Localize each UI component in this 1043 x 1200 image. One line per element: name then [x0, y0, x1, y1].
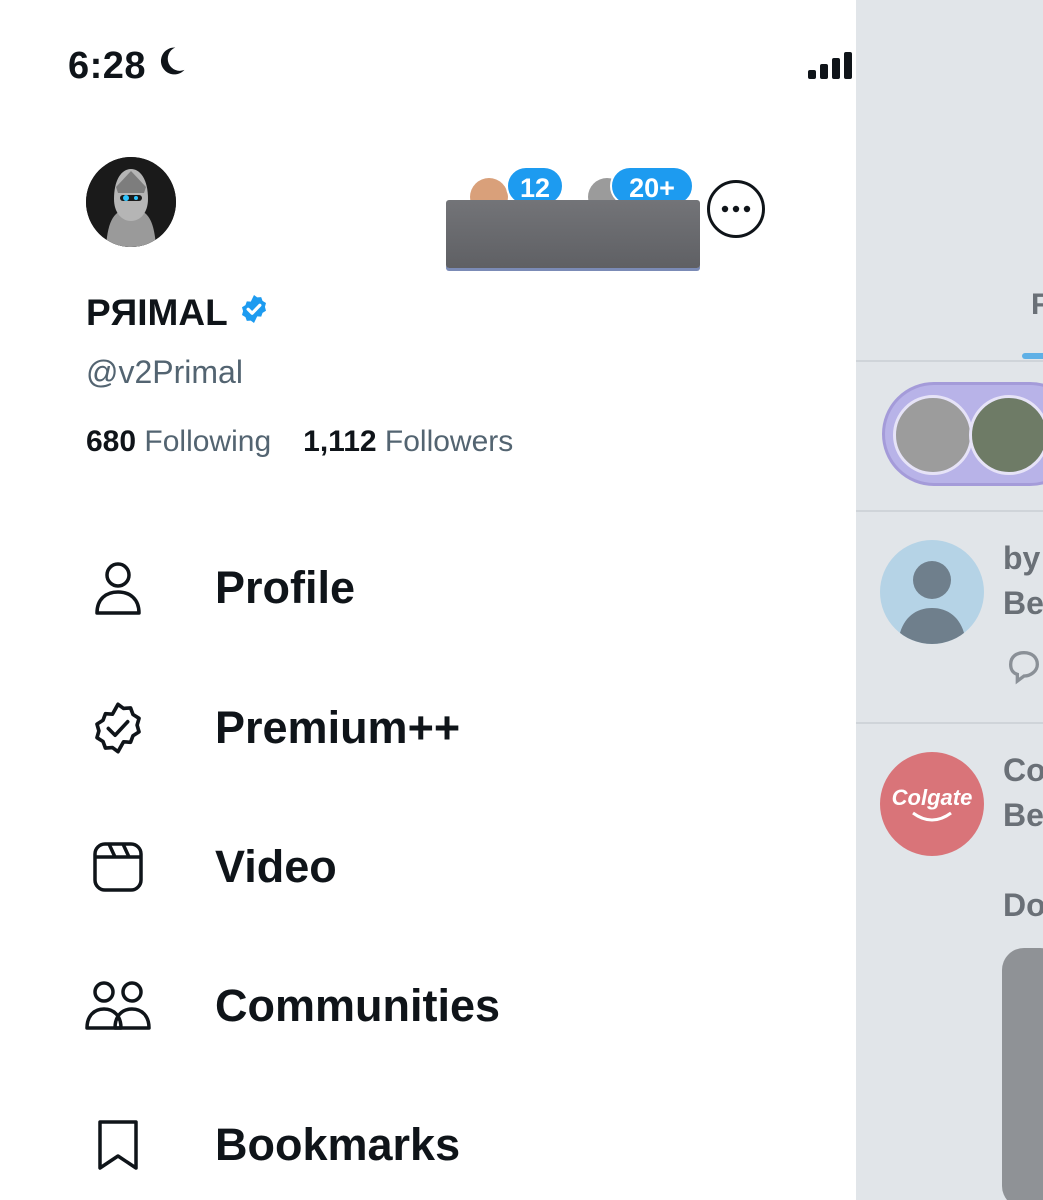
- redaction-bar: [446, 200, 700, 268]
- reply-icon: [1004, 646, 1043, 691]
- followers-label: Followers: [384, 425, 514, 458]
- communities-icon: [80, 968, 156, 1044]
- display-name: PЯIMAL: [86, 292, 228, 333]
- timeline-tab-label: F: [1031, 288, 1043, 321]
- cellular-signal-icon: [806, 50, 856, 80]
- user-handle: @v2Primal: [86, 354, 243, 390]
- more-options-button[interactable]: [707, 180, 765, 238]
- followers-link[interactable]: 1,112 Followers: [303, 425, 513, 459]
- divider: [856, 510, 1043, 512]
- moon-icon: [154, 44, 188, 88]
- menu-label: Bookmarks: [215, 1119, 461, 1170]
- menu-item-communities[interactable]: Communities: [80, 966, 500, 1046]
- menu-item-premium[interactable]: Premium++: [80, 688, 460, 768]
- bookmark-icon: [80, 1107, 156, 1183]
- followers-count: 1,112: [303, 425, 377, 458]
- live-spaces-pill: [882, 382, 1043, 486]
- menu-label: Communities: [215, 980, 501, 1031]
- post-text: by: [1003, 540, 1041, 576]
- menu-item-video[interactable]: Video: [80, 827, 337, 907]
- verified-badge-icon: [238, 292, 270, 334]
- more-dots-icon: [721, 200, 751, 218]
- menu-item-bookmarks[interactable]: Bookmarks: [80, 1105, 460, 1185]
- follow-stats: 680 Following 1,112 Followers: [86, 425, 513, 459]
- following-link[interactable]: 680 Following: [86, 425, 271, 459]
- following-count: 680: [86, 425, 137, 458]
- space-avatar: [893, 395, 973, 475]
- status-time: 6:28: [68, 44, 188, 88]
- post-media: [1002, 948, 1043, 1200]
- time-text: 6:28: [68, 44, 147, 87]
- verified-badge-icon: [80, 690, 156, 766]
- menu-label: Premium++: [215, 702, 461, 753]
- brand-logo: Colgate: [891, 785, 973, 810]
- active-tab-indicator: [1022, 353, 1043, 359]
- advertiser-avatar: Colgate: [880, 752, 984, 856]
- divider: [856, 360, 1043, 362]
- menu-label: Profile: [215, 562, 356, 613]
- space-avatar: [969, 395, 1043, 475]
- divider: [856, 722, 1043, 724]
- post-text: Do: [1003, 887, 1043, 923]
- post-text: Be: [1003, 797, 1043, 833]
- post-text: Co: [1003, 752, 1043, 788]
- post-text: Be: [1003, 585, 1043, 621]
- timeline-overlay[interactable]: F by Be Colgate Co Be Do: [856, 0, 1043, 1200]
- video-icon: [80, 829, 156, 905]
- person-icon: [80, 550, 156, 626]
- following-label: Following: [144, 425, 272, 458]
- display-name-row[interactable]: PЯIMAL: [86, 292, 270, 334]
- user-avatar[interactable]: [86, 157, 176, 247]
- menu-item-profile[interactable]: Profile: [80, 548, 355, 628]
- menu-label: Video: [215, 841, 337, 892]
- default-avatar: [880, 540, 984, 644]
